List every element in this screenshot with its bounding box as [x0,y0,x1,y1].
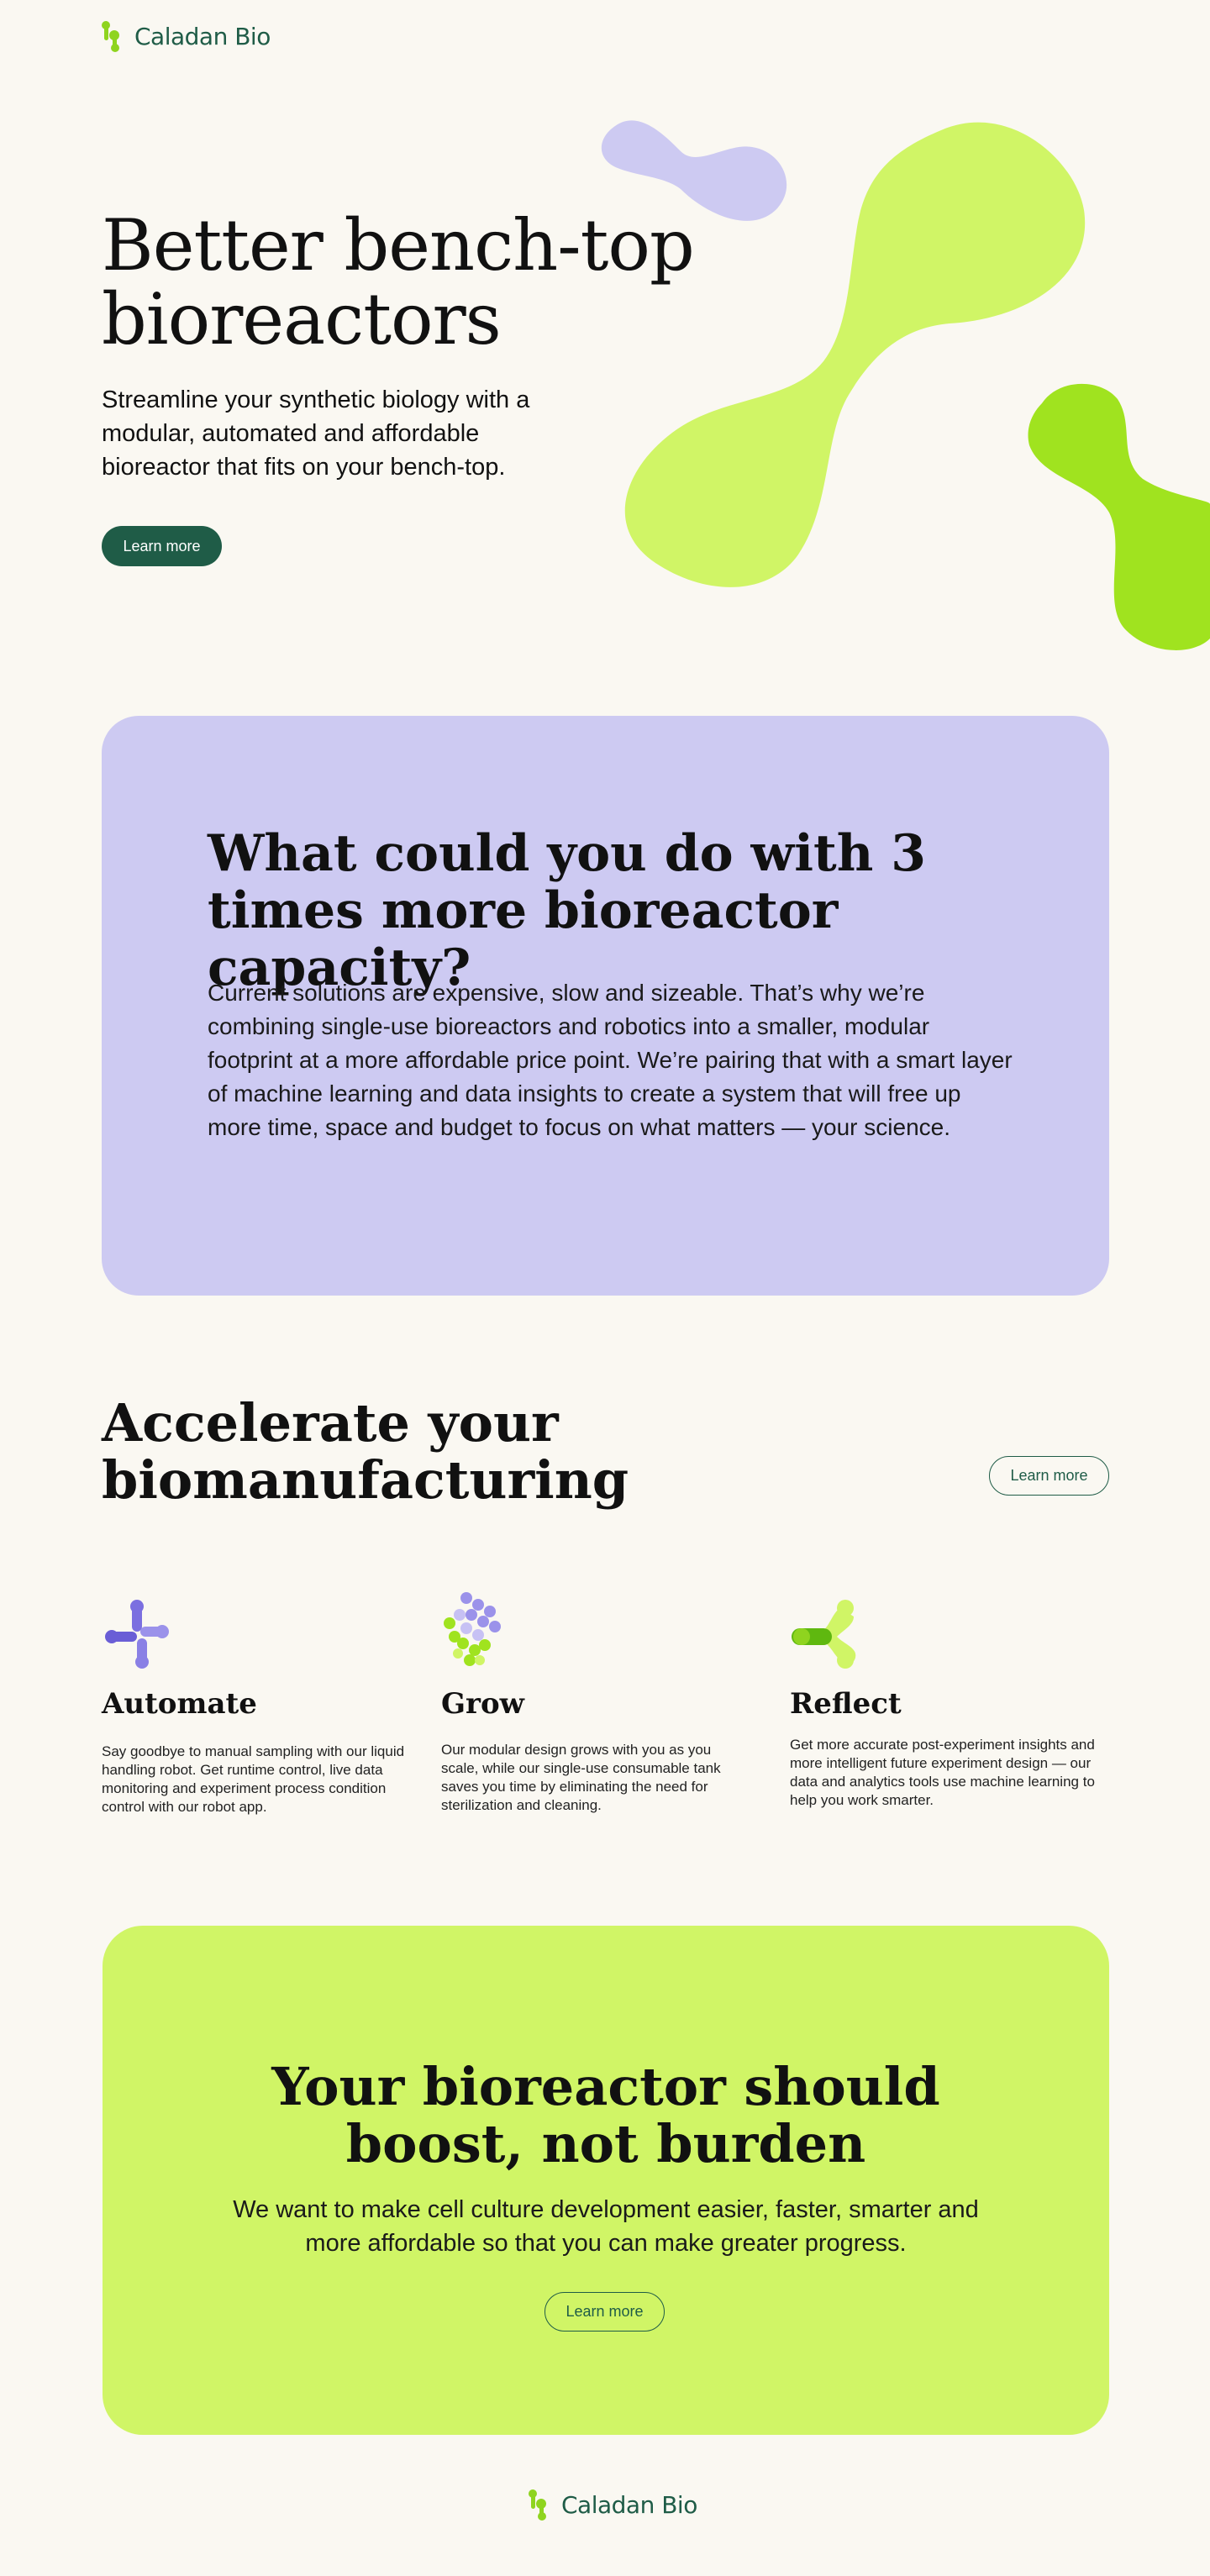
caladan-logo-icon [529,2489,546,2521]
feature-body: Say goodbye to manual sampling with our … [102,1743,405,1815]
hero-title-line1: Better bench-top [102,204,695,287]
capacity-card: What could you do with 3 times more bior… [102,716,1109,1296]
automate-icon [102,1596,177,1672]
header-logo[interactable]: Caladan Bio [101,20,271,52]
boost-body: We want to make cell culture development… [233,2196,979,2257]
reflect-icon [790,1596,865,1672]
accelerate-title: Accelerate your biomanufacturing [102,1395,629,1509]
feature-automate: Automate Say goodbye to manual sampling … [102,1596,413,1816]
capacity-title: What could you do with 3 times more bior… [208,824,926,997]
capacity-body: Current solutions are expensive, slow an… [208,980,1013,1140]
feature-title: Automate [102,1687,257,1721]
feature-body: Get more accurate post-experiment insigh… [790,1737,1095,1808]
feature-body: Our modular design grows with you as you… [441,1742,721,1813]
accelerate-learn-more-button[interactable]: Learn more [989,1456,1109,1496]
brand-name: Caladan Bio [134,22,271,50]
accelerate-title-line2: biomanufacturing [102,1449,629,1511]
brand-name: Caladan Bio [561,2490,697,2519]
hero-learn-more-button[interactable]: Learn more [102,526,222,566]
accelerate-title-line1: Accelerate your [102,1392,559,1454]
hero-blob-decoration [601,120,1210,650]
hero-subtitle: Streamline your synthetic biology with a… [102,386,530,481]
boost-learn-more-button[interactable]: Learn more [544,2292,665,2332]
feature-grow: Grow Our modular design grows with you a… [441,1590,752,1815]
hero-title-line2: bioreactors [102,278,502,360]
footer-logo[interactable]: Caladan Bio [528,2489,697,2521]
boost-title-line2: boost, not burden [345,2113,866,2174]
feature-title: Reflect [790,1687,902,1721]
feature-title: Grow [441,1687,524,1721]
caladan-logo-icon [102,21,119,52]
boost-title-line1: Your bioreactor should [271,2056,940,2117]
boost-card: Your bioreactor should boost, not burden… [103,1926,1109,2435]
hero-title: Better bench-top bioreactors [102,208,695,356]
lime-dark-blob [1028,383,1210,650]
grow-icon [441,1590,517,1666]
feature-reflect: Reflect Get more accurate post-experimen… [790,1596,1101,1810]
boost-title: Your bioreactor should boost, not burden [103,2058,1109,2173]
